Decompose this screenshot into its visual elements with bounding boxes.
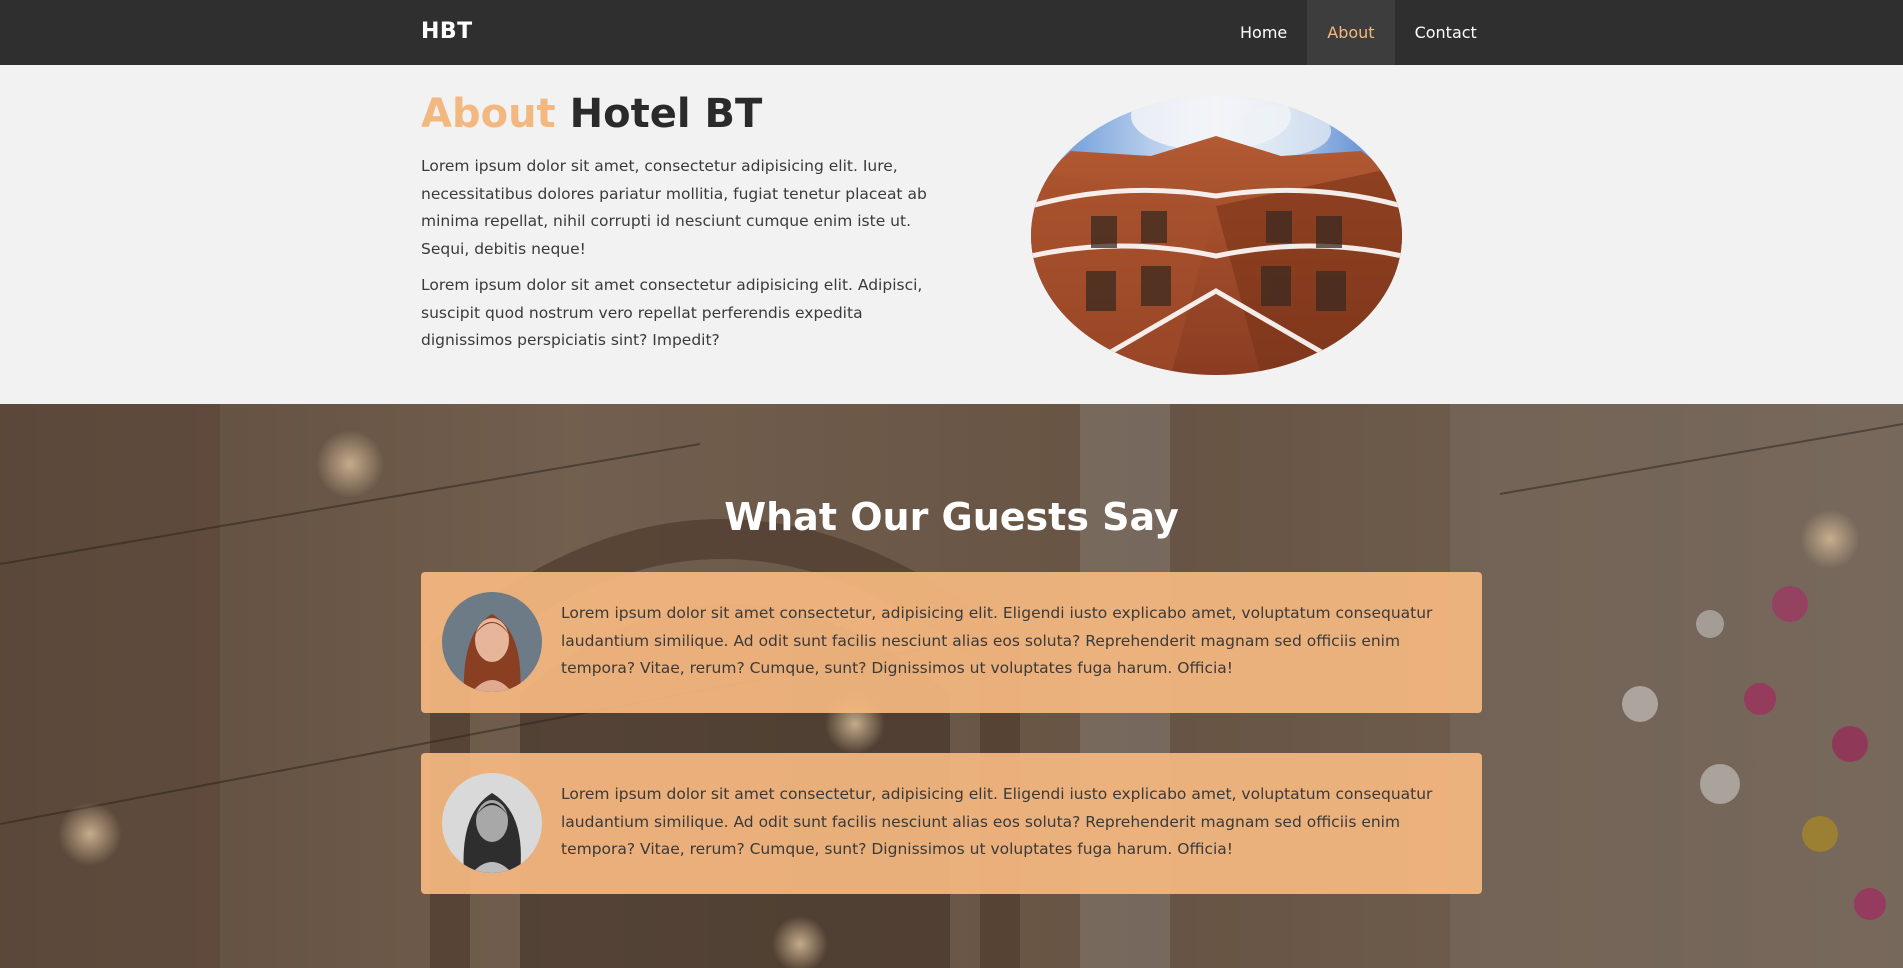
nav-contact[interactable]: Contact (1395, 0, 1497, 65)
testimonial-text: Lorem ipsum dolor sit amet consectetur, … (561, 785, 1433, 858)
testimonial-card: Lorem ipsum dolor sit amet consectetur, … (421, 572, 1482, 713)
hotel-building-image (1031, 96, 1402, 375)
about-title-rest: Hotel BT (569, 91, 763, 137)
about-paragraph-2: Lorem ipsum dolor sit amet consectetur a… (421, 276, 923, 349)
guest-avatar (442, 592, 542, 692)
about-section: About Hotel BT Lorem ipsum dolor sit ame… (0, 65, 1903, 404)
testimonials-title: What Our Guests Say (724, 495, 1179, 539)
nav-about[interactable]: About (1307, 0, 1395, 65)
nav-menu: Home About Contact (1220, 0, 1497, 65)
about-title: About Hotel BT (421, 91, 762, 137)
about-paragraph-1: Lorem ipsum dolor sit amet, consectetur … (421, 157, 927, 258)
about-text: Lorem ipsum dolor sit amet, consectetur … (421, 153, 946, 364)
testimonial-card: Lorem ipsum dolor sit amet consectetur, … (421, 753, 1482, 894)
brand-logo[interactable]: HBT (421, 19, 473, 44)
testimonials-section: What Our Guests Say Lorem ipsum dolor si… (0, 404, 1903, 968)
guest-avatar (442, 773, 542, 873)
nav-home[interactable]: Home (1220, 0, 1307, 65)
about-title-accent: About (421, 91, 556, 137)
testimonial-text: Lorem ipsum dolor sit amet consectetur, … (561, 604, 1433, 677)
navbar: HBT Home About Contact (0, 0, 1903, 65)
